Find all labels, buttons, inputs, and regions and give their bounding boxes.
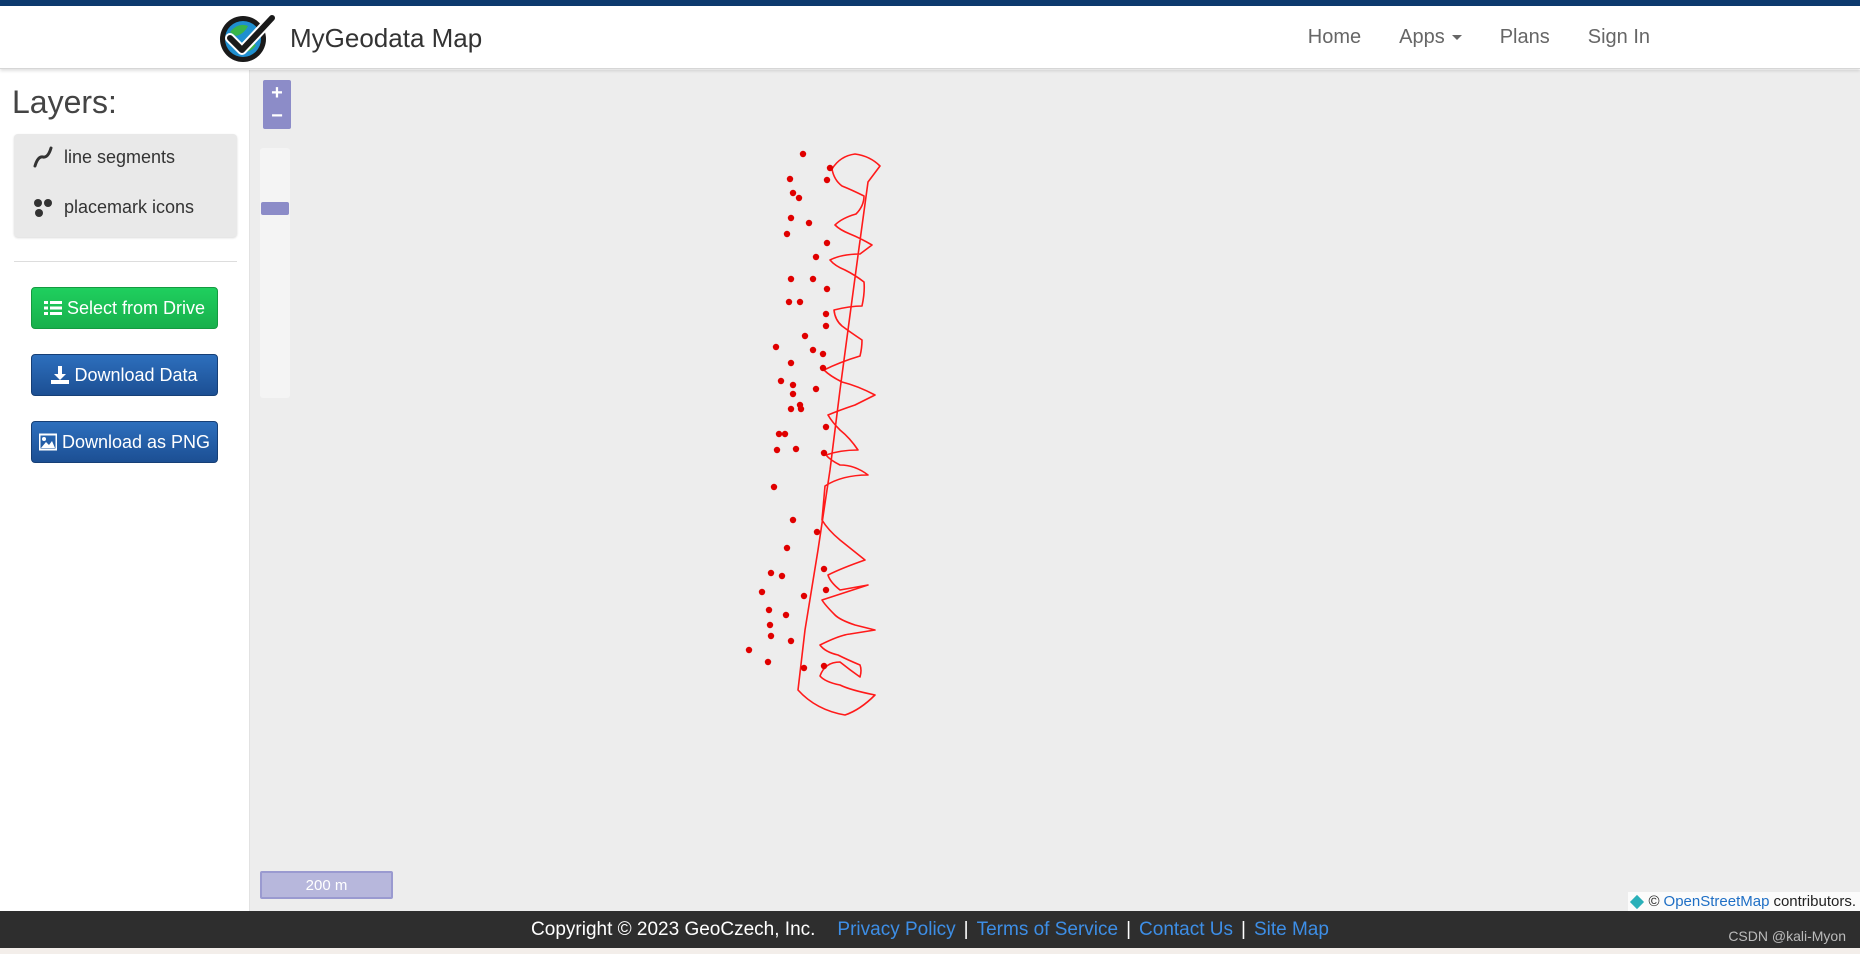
sidebar: Layers: line segments placemark icons Se… <box>0 70 250 911</box>
image-icon <box>38 433 57 451</box>
sidebar-divider <box>14 261 237 262</box>
layers-panel: line segments placemark icons <box>14 134 237 237</box>
mygeodata-logo-icon <box>220 13 276 62</box>
layer-label: placemark icons <box>64 196 195 217</box>
caret-down-icon <box>1451 35 1462 40</box>
leaflet-icon <box>1630 894 1645 909</box>
attribution-prefix: © <box>1648 893 1660 910</box>
select-from-drive-button[interactable]: Select from Drive <box>31 287 218 329</box>
map-canvas[interactable]: + − 200 m © OpenStreetMap contributors. <box>250 70 1860 911</box>
openstreetmap-link[interactable]: OpenStreetMap <box>1664 893 1770 910</box>
download-png-label: Download as PNG <box>61 431 211 452</box>
brand[interactable]: MyGeodata Map <box>218 12 482 64</box>
terms-of-service-link[interactable]: Terms of Service <box>977 919 1118 941</box>
nav-home[interactable]: Home <box>1308 26 1361 49</box>
list-icon <box>43 301 62 315</box>
attribution-suffix: contributors. <box>1773 893 1856 910</box>
scale-bar: 200 m <box>260 871 393 899</box>
site-map-link[interactable]: Site Map <box>1254 919 1329 941</box>
footer: Copyright © 2023 GeoCzech, Inc. Privacy … <box>0 911 1860 948</box>
nav-apps-label: Apps <box>1399 26 1445 48</box>
layer-label: line segments <box>64 146 176 167</box>
placemark-icons-icon <box>34 199 52 217</box>
select-from-drive-label: Select from Drive <box>66 297 206 318</box>
zoom-out-button[interactable]: − <box>263 103 291 129</box>
nav-plans[interactable]: Plans <box>1500 26 1550 49</box>
top-navbar: MyGeodata Map Home Apps Plans Sign In <box>0 6 1860 69</box>
download-data-button[interactable]: Download Data <box>31 354 218 396</box>
download-png-button[interactable]: Download as PNG <box>31 421 218 463</box>
nav-sign-in[interactable]: Sign In <box>1588 26 1650 49</box>
download-icon <box>51 366 70 384</box>
gps-track <box>745 150 881 716</box>
main-nav: Home Apps Plans Sign In <box>1270 6 1650 69</box>
bottom-strip <box>0 948 1860 954</box>
copyright-text: Copyright © 2023 GeoCzech, Inc. <box>531 918 816 940</box>
track-placemarks <box>745 150 834 672</box>
layer-placemark-icons[interactable]: placemark icons <box>30 194 194 220</box>
brand-title: MyGeodata Map <box>290 22 483 53</box>
zoom-slider-track[interactable] <box>260 148 290 398</box>
footer-separator: | <box>1126 918 1132 940</box>
privacy-policy-link[interactable]: Privacy Policy <box>837 919 955 941</box>
track-line-main <box>797 153 881 716</box>
watermark-text: CSDN @kali-Myon <box>1728 928 1846 944</box>
zoom-slider-handle[interactable] <box>261 202 289 215</box>
layer-line-segments[interactable]: line segments <box>30 144 175 170</box>
map-attribution: © OpenStreetMap contributors. <box>1628 892 1860 911</box>
download-data-label: Download Data <box>74 364 198 385</box>
footer-separator: | <box>963 918 969 940</box>
layers-title: Layers: <box>12 84 117 120</box>
nav-apps[interactable]: Apps <box>1399 26 1462 49</box>
contact-us-link[interactable]: Contact Us <box>1139 919 1233 941</box>
line-segments-icon <box>33 146 53 168</box>
footer-separator: | <box>1241 918 1246 940</box>
